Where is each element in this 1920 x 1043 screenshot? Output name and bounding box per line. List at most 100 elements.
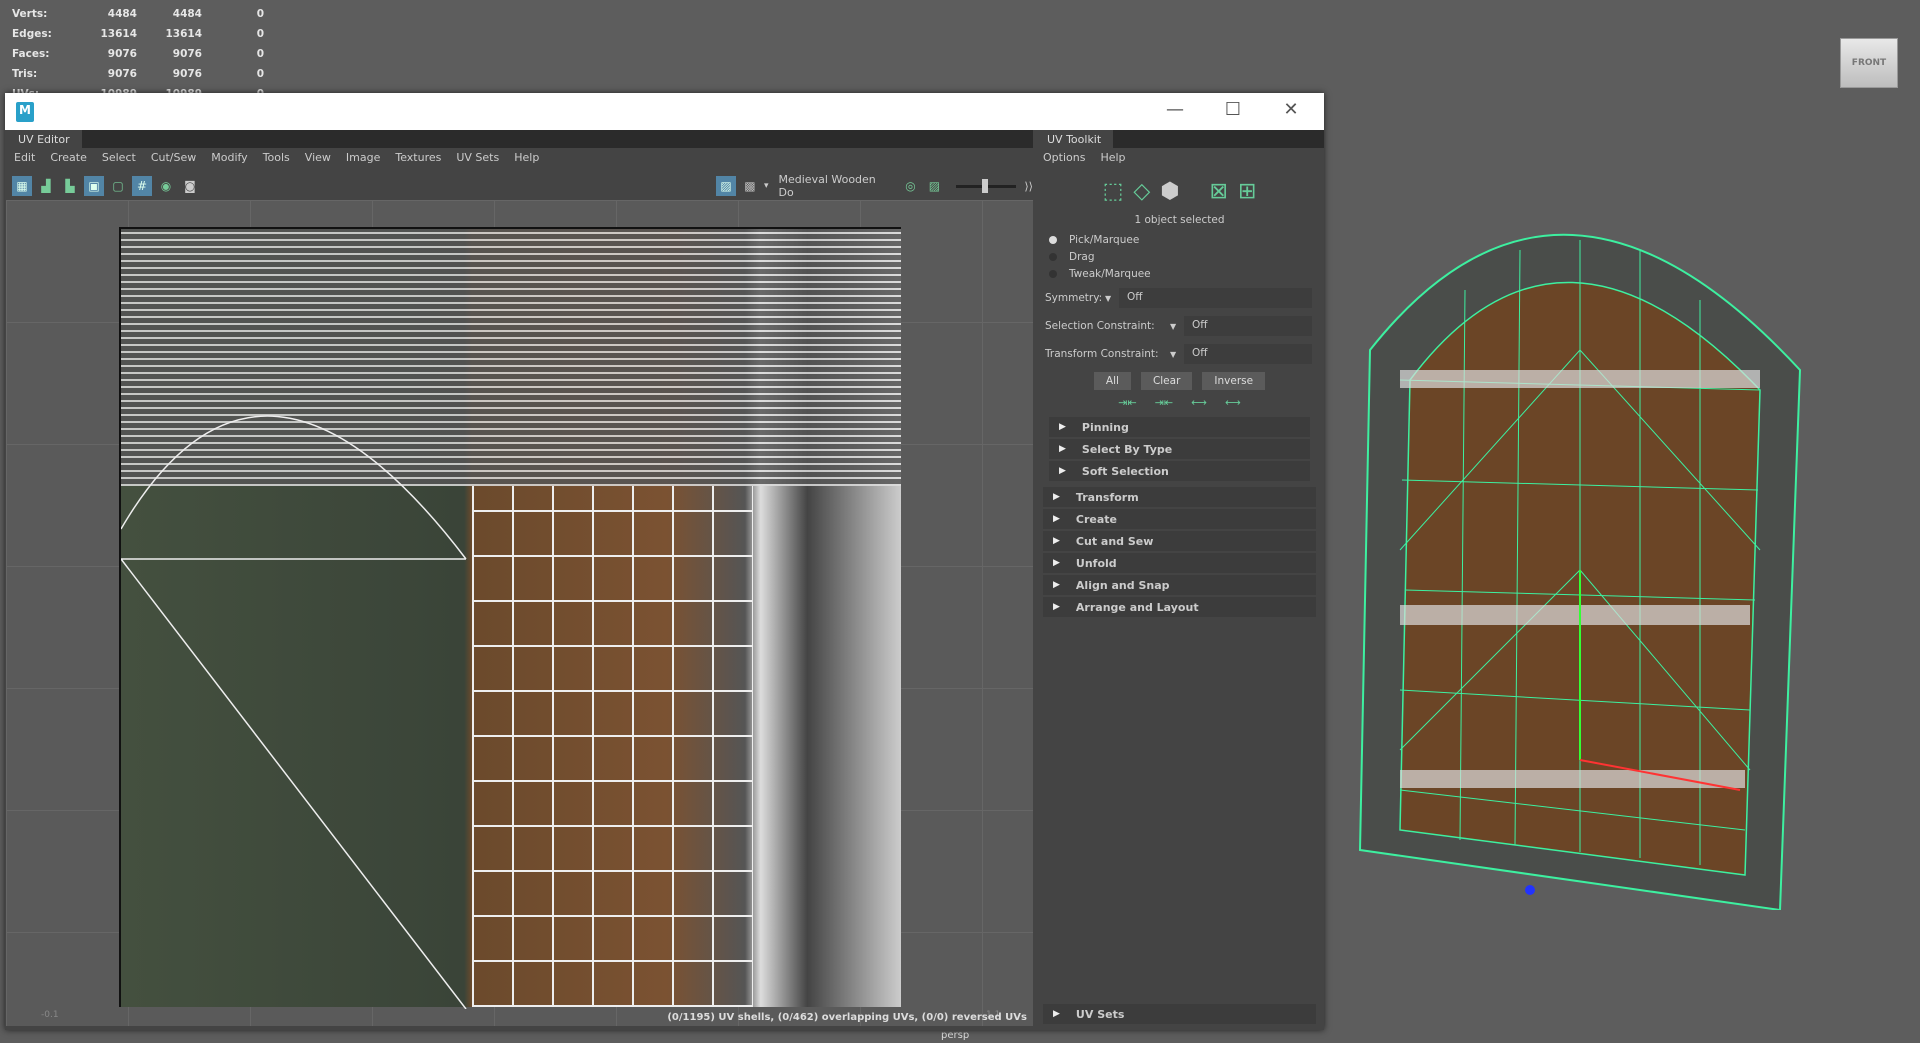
grid-icon[interactable]: # — [132, 176, 152, 196]
camera-label: persp — [941, 1030, 970, 1041]
grow-loop-icon[interactable]: ⟷ — [1191, 396, 1207, 409]
selection-constraint-row: Selection Constraint: ▼ Off — [1045, 316, 1324, 336]
expand-arrow-icon: ▶ — [1059, 444, 1066, 454]
stat-row: Edges: 13614 13614 0 — [12, 24, 264, 44]
stat-value: 9076 — [172, 68, 202, 80]
section-label: Soft Selection — [1081, 464, 1169, 478]
stat-value: 0 — [256, 48, 264, 60]
grow-icon[interactable]: ⇥⇤ — [1155, 396, 1173, 409]
menu-options[interactable]: Options — [1043, 151, 1085, 164]
tab-uv-editor[interactable]: UV Editor — [6, 130, 82, 149]
minimize-button[interactable]: — — [1155, 99, 1195, 120]
shaded-icon[interactable]: ▢ — [108, 176, 128, 196]
expand-arrow-icon: ▶ — [1053, 602, 1060, 612]
symmetry-dropdown[interactable]: Off — [1119, 288, 1312, 308]
menu-tools[interactable]: Tools — [263, 151, 290, 164]
section-select-by-type[interactable]: ▶ Select By Type — [1049, 439, 1310, 459]
texture-selector[interactable]: Medieval Wooden Do — [779, 173, 895, 199]
snapshot-camera-icon[interactable]: ◙ — [180, 176, 200, 196]
menu-cut-sew[interactable]: Cut/Sew — [151, 151, 196, 164]
section-label: Unfold — [1075, 556, 1117, 570]
section-create[interactable]: ▶ Create — [1043, 509, 1316, 529]
image-display-icon[interactable]: ▨ — [716, 176, 736, 196]
grow-shrink-icons: ⇥⇤ ⇥⇤ ⟷ ⟷ — [1035, 396, 1324, 409]
image-icon[interactable]: ▨ — [924, 176, 944, 196]
clear-button[interactable]: Clear — [1140, 372, 1193, 390]
select-all-button[interactable]: All — [1093, 372, 1131, 390]
chevron-down-icon[interactable]: ▾ — [764, 181, 769, 191]
stat-value: 0 — [256, 28, 264, 40]
uv-component-icon[interactable]: ⬚ — [1103, 179, 1124, 204]
section-label: Transform — [1075, 490, 1139, 504]
chevron-down-icon[interactable]: ▼ — [1170, 350, 1184, 359]
stat-value: 13614 — [165, 28, 202, 40]
section-soft-selection[interactable]: ▶ Soft Selection — [1049, 461, 1310, 481]
stat-value: 9076 — [172, 48, 202, 60]
expand-arrow-icon: ▶ — [1053, 492, 1060, 502]
uv-status-text: (0/1195) UV shells, (0/462) overlapping … — [667, 1012, 1027, 1023]
section-pinning[interactable]: ▶ Pinning — [1049, 417, 1310, 437]
uv-shell-icon[interactable]: ▦ — [12, 176, 32, 196]
selection-constraint-label: Selection Constraint: — [1045, 320, 1155, 332]
wireframe-icon[interactable]: ▣ — [84, 176, 104, 196]
menu-view[interactable]: View — [305, 151, 331, 164]
radio-pick-marquee[interactable]: Pick/Marquee — [1049, 234, 1324, 246]
menu-help[interactable]: Help — [1100, 151, 1125, 164]
uv-canvas[interactable]: -0.1 1.1 (0/1195) UV shells, (0/462) ove… — [6, 200, 1033, 1026]
expand-arrow-icon: ▶ — [1053, 536, 1060, 546]
stat-value: 0 — [256, 68, 264, 80]
selection-constraint-dropdown[interactable]: Off — [1184, 316, 1312, 336]
edge-component-icon[interactable]: ◇ — [1133, 179, 1150, 204]
section-uv-sets[interactable]: ▶ UV Sets — [1043, 1004, 1316, 1024]
tab-uv-toolkit[interactable]: UV Toolkit — [1035, 130, 1114, 149]
section-transform[interactable]: ▶ Transform — [1043, 487, 1316, 507]
radio-label: Pick/Marquee — [1069, 234, 1140, 246]
shell-component-icon[interactable]: ⬢ — [1160, 179, 1179, 204]
symmetry-row: Symmetry: ▼ Off — [1045, 288, 1324, 308]
maximize-button[interactable]: ☐ — [1213, 99, 1253, 120]
section-arrange-and-layout[interactable]: ▶ Arrange and Layout — [1043, 597, 1316, 617]
rgb-channel-icon[interactable]: ◎ — [900, 176, 920, 196]
uv-distort-icon[interactable]: ▙ — [60, 176, 80, 196]
view-cube[interactable]: FRONT — [1840, 38, 1898, 88]
shrink-loop-icon[interactable]: ⟷ — [1225, 396, 1241, 409]
stat-label: Edges: — [12, 28, 52, 40]
menu-edit[interactable]: Edit — [14, 151, 35, 164]
uv-grid-icon[interactable]: ▟ — [36, 176, 56, 196]
section-cut-and-sew[interactable]: ▶ Cut and Sew — [1043, 531, 1316, 551]
menu-help[interactable]: Help — [514, 151, 539, 164]
stat-label: Faces: — [12, 48, 50, 60]
menu-uv-sets[interactable]: UV Sets — [456, 151, 499, 164]
section-label: Select By Type — [1081, 442, 1173, 456]
stat-row: Faces: 9076 9076 0 — [12, 44, 264, 64]
section-label: Align and Snap — [1075, 578, 1170, 592]
menu-select[interactable]: Select — [102, 151, 136, 164]
menu-create[interactable]: Create — [50, 151, 87, 164]
move-gizmo-z — [1525, 885, 1535, 895]
radio-drag[interactable]: Drag — [1049, 251, 1324, 263]
uv-editor-menubar: Edit Create Select Cut/Sew Modify Tools View Im… — [6, 148, 1033, 167]
menu-textures[interactable]: Textures — [395, 151, 441, 164]
menu-modify[interactable]: Modify — [211, 151, 247, 164]
radio-tweak-marquee[interactable]: Tweak/Marquee — [1049, 268, 1324, 280]
section-align-and-snap[interactable]: ▶ Align and Snap — [1043, 575, 1316, 595]
pixel-snap-icon[interactable]: ◉ — [156, 176, 176, 196]
menu-image[interactable]: Image — [346, 151, 380, 164]
close-button[interactable]: ✕ — [1271, 99, 1311, 120]
door-model-viewport[interactable] — [1340, 150, 1820, 910]
stat-value: 9076 — [107, 48, 137, 60]
inverse-button[interactable]: Inverse — [1202, 372, 1266, 390]
expand-icon[interactable]: ⟩⟩ — [1024, 180, 1033, 193]
uv-shell-select-icon[interactable]: ⊠ — [1210, 179, 1228, 204]
exposure-slider[interactable] — [956, 178, 1017, 193]
section-unfold[interactable]: ▶ Unfold — [1043, 553, 1316, 573]
uv-grid-select-icon[interactable]: ⊞ — [1238, 179, 1256, 204]
section-label: Cut and Sew — [1075, 534, 1154, 548]
stat-value: 4484 — [172, 8, 202, 20]
transform-constraint-dropdown[interactable]: Off — [1184, 344, 1312, 364]
chevron-down-icon[interactable]: ▼ — [1105, 294, 1119, 303]
chevron-down-icon[interactable]: ▼ — [1170, 322, 1184, 331]
checker-icon[interactable]: ▩ — [740, 176, 760, 196]
poly-count-hud: Verts: 4484 4484 0 Edges: 13614 13614 0 Faces:… — [12, 4, 264, 104]
shrink-icon[interactable]: ⇥⇤ — [1118, 396, 1136, 409]
